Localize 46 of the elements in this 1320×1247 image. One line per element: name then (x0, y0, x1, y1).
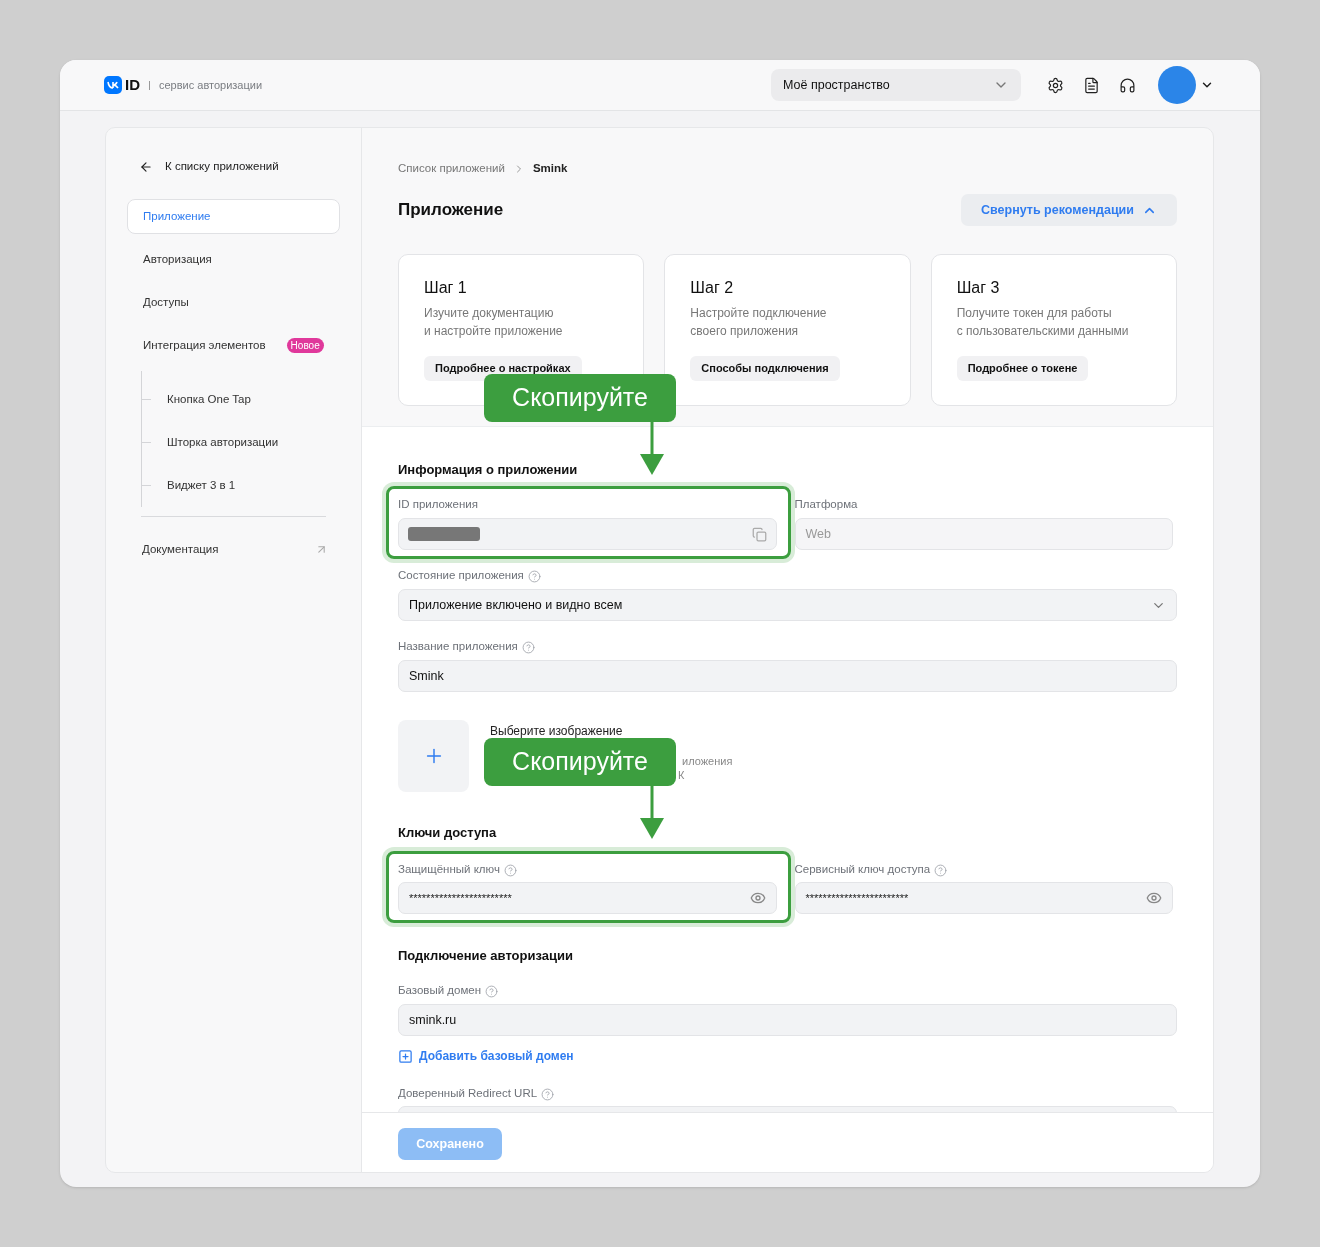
field-label: Платформа (794, 497, 858, 513)
logo-text: ID (125, 74, 140, 95)
field-label: Сервисный ключ доступа (794, 862, 931, 878)
add-domain-link[interactable]: Добавить базовый домен (398, 1047, 1177, 1065)
sidebar-item[interactable]: Интеграция элементов Новое (127, 328, 340, 363)
image-hint: Выберите изображение (490, 724, 624, 738)
sidebar-item[interactable]: Доступы (127, 285, 340, 320)
breadcrumb-item[interactable]: Список приложений (398, 160, 505, 178)
field-label: Состояние приложения (398, 568, 524, 584)
field-label: Базовый домен (398, 983, 482, 999)
section-heading: Подключение авторизации (398, 947, 574, 966)
sidebar-subitem[interactable]: Шторка авторизации (167, 433, 279, 452)
secret-key-field[interactable]: ************************ (794, 882, 1173, 914)
state-select[interactable]: Приложение включено и видно всем (398, 589, 1177, 621)
new-badge: Новое (286, 338, 324, 353)
field-label: Защищённый ключ (398, 862, 500, 878)
sidebar-subitem[interactable]: Кнопка One Tap (167, 390, 251, 409)
section-heading: Информация о приложении (398, 461, 579, 480)
step-description: Изучите документацию и настройте приложение (424, 305, 564, 340)
domain-field[interactable]: smink.ru (398, 1004, 1177, 1036)
back-link[interactable]: К списку приложений (127, 157, 340, 177)
step-link-button[interactable]: Способы подключения (690, 356, 840, 381)
docs-link[interactable]: Документация (127, 537, 340, 562)
step-description: Получите токен для работы с пользовательскими данными (956, 305, 1130, 340)
field-label: Доверенный Redirect URL (398, 1086, 538, 1102)
image-hint: иложения (682, 754, 733, 768)
workspace-select[interactable]: Моё пространство (771, 69, 1021, 101)
page-title: Приложение (398, 199, 504, 222)
sidebar-subitem[interactable]: Виджет 3 в 1 (167, 476, 236, 495)
step-title: Шаг 3 (956, 278, 1001, 298)
step-title: Шаг 2 (690, 278, 735, 298)
step-link-button[interactable]: Подробнее о токене (956, 356, 1089, 381)
breadcrumb-item: Smink (532, 161, 568, 177)
sidebar-item[interactable]: Приложение (127, 199, 340, 234)
sidebar-item[interactable]: Авторизация (127, 242, 340, 277)
step-description: Настройте подключение своего приложения (690, 305, 828, 340)
section-heading: Ключи доступа (398, 824, 498, 843)
secret-key-field[interactable]: ************************ (398, 882, 777, 914)
image-hint: К (678, 768, 685, 782)
copy-tooltip: Скопируйте (484, 374, 676, 422)
step-title: Шаг 1 (424, 278, 468, 298)
service-name: сервис авторизации (159, 77, 263, 93)
field-label: Название приложения (398, 639, 518, 655)
copy-tooltip: Скопируйте (484, 738, 676, 786)
field-label: ID приложения (398, 497, 478, 513)
app-name-field[interactable]: Smink (398, 660, 1177, 692)
